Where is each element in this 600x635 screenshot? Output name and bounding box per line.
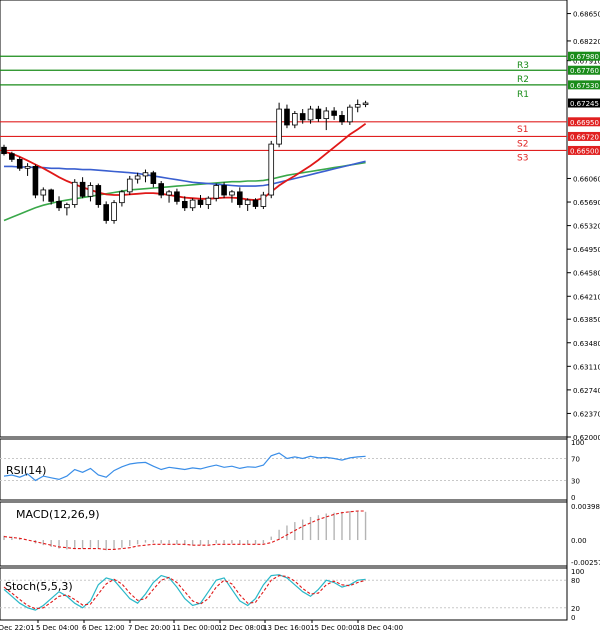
candle-body [158,183,165,196]
time-label: 18 Dec 04:00 [356,624,403,632]
candle-body [244,199,251,205]
time-label: 13 Dec 16:00 [263,624,310,632]
rsi-tick-label: 0 [571,494,575,502]
chart-window: 0.68650 0.68220 0.67910 0.66060 0.65690 0.653… [0,0,600,635]
candle-body [315,108,322,120]
candle-body [95,185,102,205]
macd-tick-label: -0.00257 [571,559,600,567]
candle-body [260,194,267,207]
macd-label: MACD(12,26,9) [16,508,100,521]
price-tick-label: 0.68650 [573,11,600,19]
level-name-s1: S1 [517,125,528,135]
price-tick-label: 0.64580 [573,270,600,278]
price-tick-label: 0.65320 [573,223,600,231]
main-panel-frame [0,0,568,438]
level-price-label: 0.67530 [570,82,599,90]
candle-body [362,102,369,106]
candle-body [323,110,330,120]
price-tick-label: 0.63480 [573,340,600,348]
price-tick-label: 0.63110 [573,363,600,371]
candle-body [213,185,220,199]
price-tick-label: 0.68220 [573,38,600,46]
candle-body [9,153,15,160]
level-price-label: 0.66950 [570,119,599,127]
candle-body [276,108,282,145]
candle-body [56,200,62,209]
candle-body [32,165,39,196]
time-label: 5 Dec 04:00 [36,624,79,632]
time-label: 7 Dec 20:00 [128,624,171,632]
time-label: 4 Dec 22:01 [0,624,35,632]
rsi-tick-label: 30 [571,478,580,486]
candle-body [119,191,125,204]
candle-body [292,113,298,126]
price-tick-label: 0.64210 [573,293,600,301]
candle-body [189,199,196,209]
chart-svg: 0.686500.682200.679100.660600.656900.653… [0,0,600,632]
candle-body [126,178,133,193]
level-name-s2: S2 [517,139,528,149]
candle-body [221,185,227,196]
current-price-label: 0.67245 [570,100,599,108]
candle-body [339,115,345,123]
level-price-label: 0.67980 [570,53,599,61]
price-tick-label: 0.66060 [573,175,600,183]
candle-body [331,110,337,116]
stoch-tick-label: 0 [571,614,575,622]
candle-body [134,175,141,180]
rsi-label: RSI(14) [6,464,46,477]
candle-body [166,191,172,196]
time-label: 15 Dec 00:00 [310,624,357,632]
level-price-label: 0.66720 [570,133,599,141]
candle-body [268,143,275,196]
candle-body [111,202,117,221]
macd-tick-label: 0.00 [571,537,587,545]
stoch-label: Stoch(5,5,3) [5,580,73,593]
level-name-s3: S3 [517,153,528,163]
price-tick-label: 0.62740 [573,387,600,395]
candle-body [71,181,78,205]
rsi-tick-label: 100 [571,439,584,447]
candle-body [40,189,47,196]
stoch-tick-label: 20 [571,605,580,613]
rsi-panel-frame [0,438,568,501]
level-price-label: 0.67760 [570,67,599,75]
candle-body [24,165,31,169]
price-tick-label: 0.62370 [573,410,600,418]
macd-tick-label: 0.00398 [571,503,600,511]
candle-body [142,172,149,177]
candle-body [181,200,188,209]
stoch-tick-label: 100 [571,568,584,576]
candle-body [103,204,109,221]
candle-body [354,104,361,108]
candle-body [48,189,54,202]
candle-body [174,191,180,202]
candle-body [150,172,157,184]
rsi-tick-label: 70 [571,456,580,464]
candle-body [307,108,314,121]
candle-body [87,185,94,197]
price-tick-label: 0.63850 [573,316,600,324]
candle-body [284,108,290,126]
price-tick-label: 0.65690 [573,199,600,207]
candle-body [347,106,353,123]
candle-body [236,191,243,205]
level-name-r2: R2 [517,75,529,85]
candle-body [16,158,23,169]
time-label: 11 Dec 00:00 [172,624,219,632]
candle-body [299,113,306,121]
candle-body [205,197,212,205]
stoch-tick-label: 80 [571,577,580,585]
candle-body [252,199,259,207]
candle-body [1,146,7,155]
candle-body [79,181,86,197]
level-name-r1: R1 [517,90,529,100]
candle-body [64,204,70,209]
price-tick-label: 0.64950 [573,246,600,254]
candle-body [197,199,204,205]
time-label: 12 Dec 08:00 [218,624,265,632]
candle-body [229,191,235,196]
level-price-label: 0.66500 [570,147,599,155]
time-label: 6 Dec 12:00 [82,624,125,632]
